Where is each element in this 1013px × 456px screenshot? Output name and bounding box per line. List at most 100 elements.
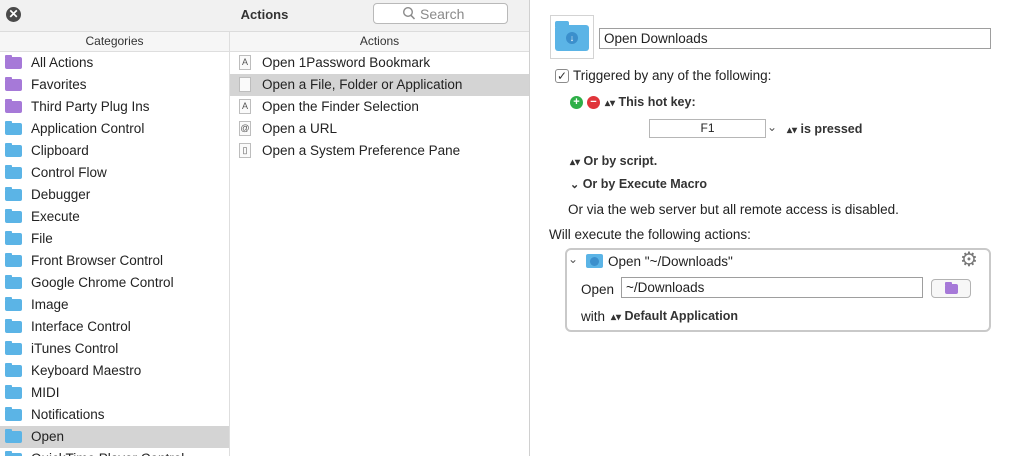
action-item[interactable]: @ Open a URL xyxy=(230,118,529,140)
folder-icon xyxy=(5,341,22,355)
category-item[interactable]: Google Chrome Control xyxy=(0,272,229,294)
folder-icon xyxy=(5,275,22,289)
web-server-note: Or via the web server but all remote acc… xyxy=(568,202,899,217)
action-document-icon: ▯ xyxy=(239,143,251,158)
category-label: iTunes Control xyxy=(31,341,119,356)
folder-icon xyxy=(945,282,958,294)
category-item[interactable]: Interface Control xyxy=(0,316,229,338)
is-pressed-popup[interactable]: ▴▾ is pressed xyxy=(787,122,862,136)
category-label: Third Party Plug Ins xyxy=(31,99,150,114)
category-label: Open xyxy=(31,429,65,444)
category-item[interactable]: File xyxy=(0,228,229,250)
categories-header[interactable]: Categories xyxy=(0,32,230,52)
chevron-down-icon: ⌄ xyxy=(570,179,580,191)
remove-trigger-icon[interactable]: − xyxy=(587,96,600,109)
category-item[interactable]: Execute xyxy=(0,206,229,228)
action-item[interactable]: A Open the Finder Selection xyxy=(230,96,529,118)
category-item[interactable]: Debugger xyxy=(0,184,229,206)
folder-icon xyxy=(5,77,22,91)
folder-icon xyxy=(5,319,22,333)
action-document-icon: A xyxy=(239,99,251,114)
action-label: Open 1Password Bookmark xyxy=(262,55,431,70)
application-popup[interactable]: ▴▾ Default Application xyxy=(611,309,738,323)
add-trigger-icon[interactable]: + xyxy=(570,96,583,109)
application-popup-text: Default Application xyxy=(624,309,738,323)
folder-icon xyxy=(5,297,22,311)
folder-icon xyxy=(5,209,22,223)
category-label: File xyxy=(31,231,53,246)
action-item[interactable]: Open a File, Folder or Application xyxy=(230,74,529,96)
close-button[interactable]: ✕ xyxy=(6,7,21,22)
macro-name-field[interactable]: Open Downloads xyxy=(599,28,991,49)
category-item[interactable]: All Actions xyxy=(0,52,229,74)
updown-icon: ▴▾ xyxy=(611,312,622,323)
downloads-folder-icon: ↓ xyxy=(555,21,589,51)
category-label: MIDI xyxy=(31,385,60,400)
is-pressed-text: is pressed xyxy=(800,122,863,136)
macro-editor: ↓ Open Downloads ✓ Triggered by any of t… xyxy=(530,0,1013,456)
actions-list: A Open 1Password Bookmark Open a File, Fol… xyxy=(230,52,529,456)
folder-icon xyxy=(5,363,22,377)
folder-icon xyxy=(5,429,22,443)
collapse-action-icon[interactable]: ⌄ xyxy=(568,252,578,266)
or-by-script-text: Or by script. xyxy=(583,154,658,168)
category-label: Debugger xyxy=(31,187,91,202)
category-item[interactable]: Notifications xyxy=(0,404,229,426)
category-label: Control Flow xyxy=(31,165,107,180)
category-item[interactable]: Application Control xyxy=(0,118,229,140)
category-item[interactable]: Clipboard xyxy=(0,140,229,162)
downloads-folder-icon xyxy=(586,254,603,268)
category-label: Execute xyxy=(31,209,80,224)
search-field[interactable]: Search xyxy=(373,3,508,24)
action-label: Open a URL xyxy=(262,121,338,136)
action-label: Open the Finder Selection xyxy=(262,99,419,114)
category-item[interactable]: Open xyxy=(0,426,229,448)
folder-icon xyxy=(5,187,22,201)
hot-key-field[interactable]: F1 xyxy=(649,119,766,138)
or-by-execute-macro-trigger[interactable]: ⌄ Or by Execute Macro xyxy=(570,177,707,191)
category-item[interactable]: Third Party Plug Ins xyxy=(0,96,229,118)
macro-icon-well[interactable]: ↓ xyxy=(550,15,594,59)
folder-icon xyxy=(5,231,22,245)
search-placeholder: Search xyxy=(420,6,465,22)
actions-header[interactable]: Actions xyxy=(230,32,529,52)
category-item[interactable]: Control Flow xyxy=(0,162,229,184)
folder-icon xyxy=(5,55,22,69)
category-label: Clipboard xyxy=(31,143,89,158)
category-item[interactable]: MIDI xyxy=(0,382,229,404)
folder-icon xyxy=(5,121,22,135)
action-label: Open a File, Folder or Application xyxy=(262,77,463,92)
folder-icon xyxy=(5,143,22,157)
path-field[interactable]: ~/Downloads xyxy=(621,277,923,298)
folder-icon xyxy=(5,165,22,179)
category-label: All Actions xyxy=(31,55,94,70)
categories-list: All Actions Favorites Third Party Plug Ins… xyxy=(0,52,230,456)
category-label: Notifications xyxy=(31,407,105,422)
hot-key-menu-icon[interactable]: ⌄ xyxy=(767,120,777,134)
action-document-icon: A xyxy=(239,55,251,70)
action-item[interactable]: A Open 1Password Bookmark xyxy=(230,52,529,74)
category-item[interactable]: Image xyxy=(0,294,229,316)
category-item[interactable]: iTunes Control xyxy=(0,338,229,360)
triggered-checkbox[interactable]: ✓ xyxy=(555,69,569,83)
action-title: Open "~/Downloads" xyxy=(608,254,733,269)
hot-key-trigger-label[interactable]: ▴▾ This hot key: xyxy=(605,95,696,109)
actions-palette: ✕ Actions Search Categories Actions All … xyxy=(0,0,530,456)
category-item[interactable]: Front Browser Control xyxy=(0,250,229,272)
category-item[interactable]: QuickTime Player Control xyxy=(0,448,229,456)
folder-icon xyxy=(5,407,22,421)
category-item[interactable]: Favorites xyxy=(0,74,229,96)
action-item[interactable]: ▯ Open a System Preference Pane xyxy=(230,140,529,162)
action-label: Open a System Preference Pane xyxy=(262,143,461,158)
will-execute-label: Will execute the following actions: xyxy=(549,227,751,242)
choose-file-button[interactable] xyxy=(931,279,971,298)
action-document-icon xyxy=(239,77,251,92)
category-label: Front Browser Control xyxy=(31,253,164,268)
action-document-icon: @ xyxy=(239,121,251,136)
updown-icon: ▴▾ xyxy=(787,125,798,136)
or-by-script-trigger[interactable]: ▴▾ Or by script. xyxy=(570,154,657,168)
category-label: Keyboard Maestro xyxy=(31,363,142,378)
gear-icon[interactable]: ⚙ xyxy=(960,250,978,270)
category-item[interactable]: Keyboard Maestro xyxy=(0,360,229,382)
open-label: Open xyxy=(581,282,615,297)
